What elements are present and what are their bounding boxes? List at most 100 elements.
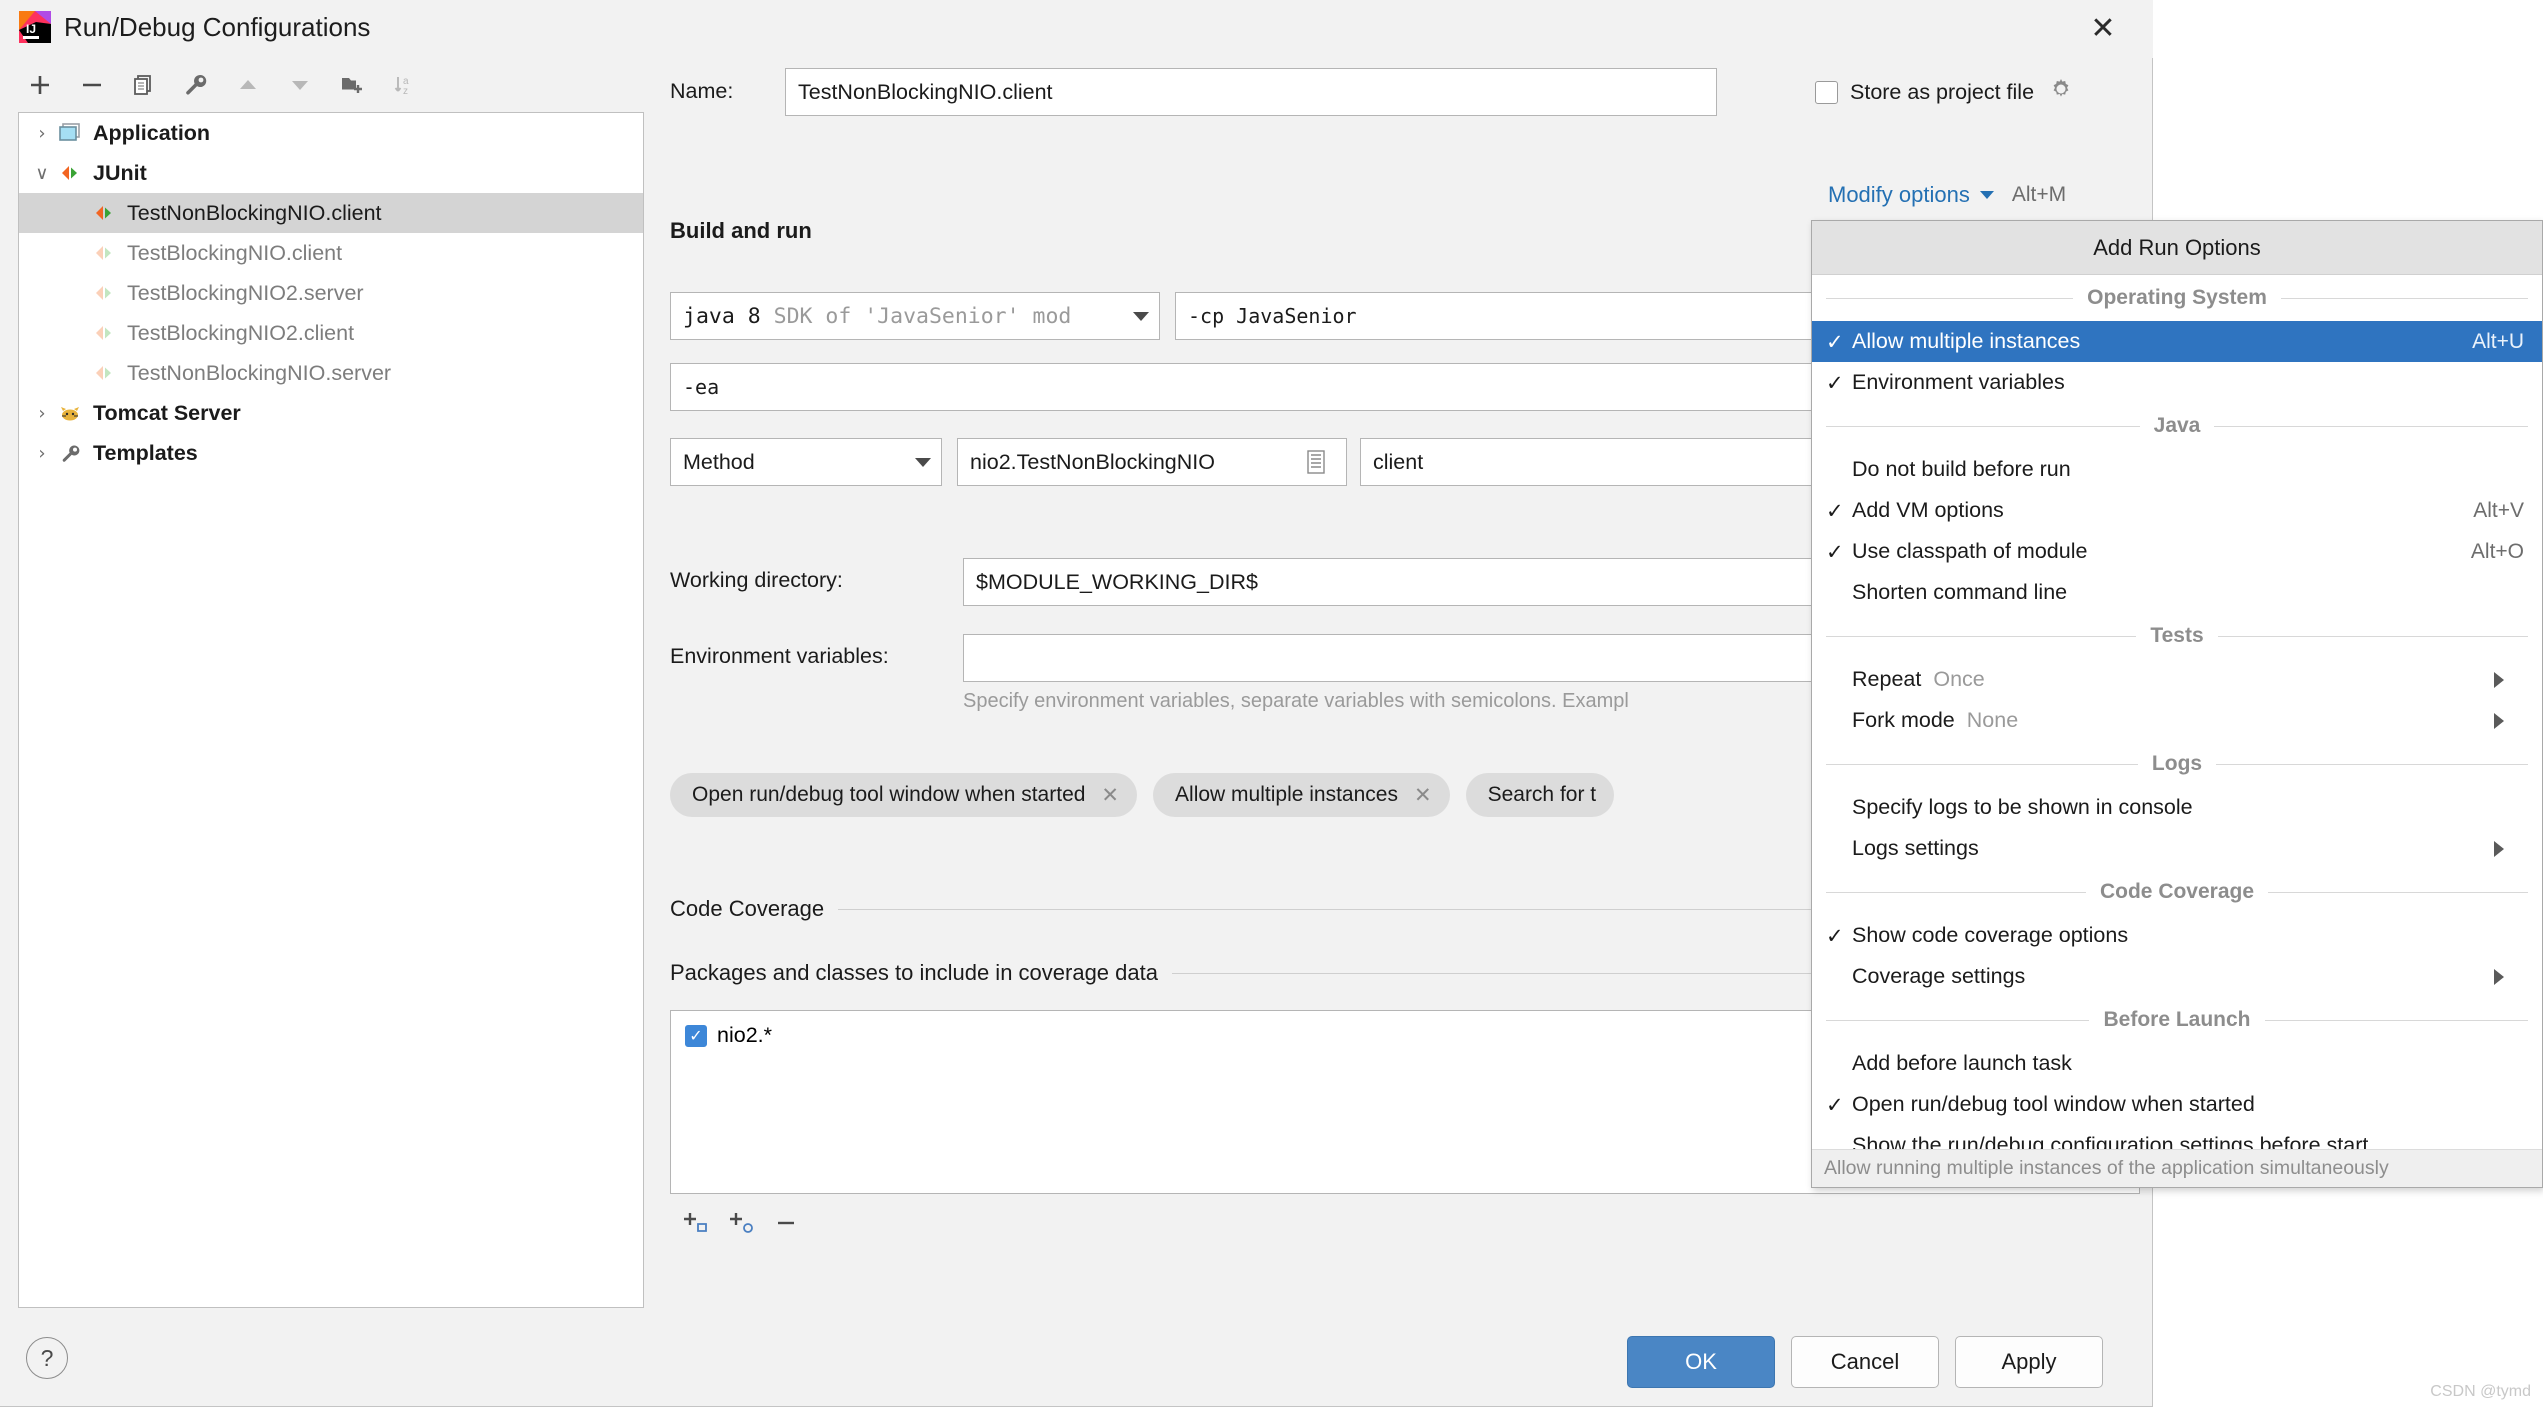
test-class-input[interactable]: nio2.TestNonBlockingNIO [957,438,1347,486]
tree-item-tomcat-server[interactable]: › Tomcat Server [19,393,643,433]
chevron-down-icon[interactable] [1979,191,1994,199]
menu-item-label: Use classpath of module [1852,539,2088,563]
menu-item-shorten-command-line[interactable]: Shorten command line [1812,572,2542,613]
wrench-icon [55,440,85,466]
close-icon[interactable]: ✕ [1101,783,1119,807]
tree-item-testblockingnio-client[interactable]: TestBlockingNIO.client [19,233,643,273]
sort-az-icon[interactable]: a z [378,63,430,107]
tree-item-junit[interactable]: ∨ JUnit [19,153,643,193]
chevron-down-icon[interactable]: ∨ [29,160,55,186]
junit-icon-faded [89,320,119,346]
build-and-run-title: Build and run [670,218,812,243]
tree-item-label: TestBlockingNIO.client [127,240,343,265]
move-into-new-folder-icon[interactable] [326,63,378,107]
menu-item-fork-mode[interactable]: Fork mode None [1812,700,2542,741]
chevron-right-icon[interactable]: › [29,400,55,426]
chip-open-run-debug-tool-window[interactable]: Open run/debug tool window when started … [670,773,1138,817]
tree-item-testblockingnio2-server[interactable]: TestBlockingNIO2.server [19,273,643,313]
add-configuration-button[interactable] [14,63,66,107]
copy-configuration-button[interactable] [118,63,170,107]
chevron-right-icon[interactable]: › [29,440,55,466]
checkbox-checked-icon[interactable]: ✓ [685,1024,707,1047]
jre-value-detail: SDK of 'JavaSenior' mod [773,303,1072,329]
help-button[interactable]: ? [26,1337,68,1379]
configurations-tree[interactable]: › Application ∨ JUnit TestNonBlockingNIO… [18,112,644,1308]
menu-item-allow-multiple-instances[interactable]: ✓ Allow multiple instances Alt+U [1812,321,2542,362]
popup-group-label: Code Coverage [2099,880,2255,903]
menu-item-add-vm-options[interactable]: ✓ Add VM options Alt+V [1812,490,2542,531]
chevron-right-icon[interactable]: › [29,120,55,146]
tree-item-testnonblockingnio-client[interactable]: TestNonBlockingNIO.client [19,193,643,233]
chevron-right-icon[interactable] [2494,671,2524,688]
tree-item-label: TestNonBlockingNIO.server [127,360,392,385]
menu-item-add-before-launch-task[interactable]: Add before launch task [1812,1043,2542,1084]
popup-group-label: Before Launch [2103,1008,2251,1031]
intellij-idea-icon: IJ [18,10,52,44]
popup-group-label: Operating System [2087,286,2267,309]
tree-item-application[interactable]: › Application [19,113,643,153]
edit-templates-wrench-icon[interactable] [170,63,222,107]
chip-allow-multiple-instances[interactable]: Allow multiple instances ✕ [1153,773,1450,817]
tree-item-label: TestBlockingNIO2.client [127,320,355,345]
menu-item-logs-settings[interactable]: Logs settings [1812,828,2542,869]
divider [1826,425,2140,427]
jre-select[interactable]: java 8 SDK of 'JavaSenior' mod [670,292,1160,340]
menu-item-value: None [1966,708,2019,732]
popup-title: Add Run Options [1812,221,2542,275]
tree-item-label: JUnit [93,160,147,185]
name-input[interactable]: TestNonBlockingNIO.client [785,68,1717,116]
chevron-right-icon[interactable] [2494,840,2524,857]
tree-item-label: Application [93,120,211,145]
jre-value: java 8 [683,303,761,329]
menu-item-environment-variables[interactable]: ✓ Environment variables [1812,362,2542,403]
tree-item-templates[interactable]: › Templates [19,433,643,473]
packages-title: Packages and classes to include in cover… [670,960,1158,985]
menu-item-coverage-settings[interactable]: Coverage settings [1812,956,2542,997]
environment-variables-label: Environment variables: [670,644,889,668]
store-as-project-file-row[interactable]: Store as project file [1815,76,2074,108]
move-up-triangle-up-icon[interactable] [222,63,274,107]
chip-label: Open run/debug tool window when started [692,783,1086,806]
cancel-button[interactable]: Cancel [1791,1336,1939,1388]
menu-item-show-code-coverage-options[interactable]: ✓ Show code coverage options [1812,915,2542,956]
tree-item-label: TestNonBlockingNIO.client [127,200,382,225]
ok-button[interactable]: OK [1627,1336,1775,1388]
chevron-right-icon[interactable] [2494,968,2524,985]
check-icon: ✓ [1826,370,1844,395]
store-as-project-file-checkbox[interactable] [1815,80,1838,104]
add-package-icon[interactable] [682,1210,710,1236]
chevron-right-icon[interactable] [2494,712,2524,729]
menu-item-label: Add before launch task [1852,1051,2072,1075]
test-kind-select[interactable]: Method [670,438,942,486]
junit-icon-faded [89,240,119,266]
apply-button[interactable]: Apply [1955,1336,2103,1388]
remove-coverage-entry-icon[interactable] [774,1210,798,1236]
menu-item-repeat[interactable]: Repeat Once [1812,659,2542,700]
close-icon[interactable]: ✕ [2079,6,2127,50]
chevron-down-icon[interactable] [915,457,931,467]
chevron-down-icon[interactable] [1133,311,1149,321]
menu-item-do-not-build-before-run[interactable]: Do not build before run [1812,449,2542,490]
gear-icon[interactable] [2048,76,2074,108]
dialog-title: Run/Debug Configurations [64,12,371,42]
tree-item-testblockingnio2-client[interactable]: TestBlockingNIO2.client [19,313,643,353]
browse-class-icon[interactable] [1305,450,1327,479]
junit-icon-faded [89,280,119,306]
menu-item-specify-logs-to-be-shown-in-console[interactable]: Specify logs to be shown in console [1812,787,2542,828]
menu-item-use-classpath-of-module[interactable]: ✓ Use classpath of module Alt+O [1812,531,2542,572]
tree-item-testnonblockingnio-server[interactable]: TestNonBlockingNIO.server [19,353,643,393]
add-run-options-popup: Add Run Options Operating System ✓ Allow… [1811,220,2543,1188]
menu-item-shortcut: Alt+V [2473,498,2524,522]
menu-item-label: Shorten command line [1852,580,2068,604]
remove-configuration-button[interactable] [66,63,118,107]
screenshot-root: IJ Run/Debug Configurations ✕ a z › Appl… [0,0,2543,1407]
move-down-triangle-down-icon[interactable] [274,63,326,107]
menu-item-open-run-debug-tool-window-when-started[interactable]: ✓ Open run/debug tool window when starte… [1812,1084,2542,1125]
vm-options-value: -ea [683,375,720,399]
menu-item-shortcut: Alt+O [2470,539,2524,563]
add-class-icon[interactable] [728,1210,756,1236]
junit-icon-faded [89,360,119,386]
modify-options-link[interactable]: Modify options Alt+M [1828,182,2066,208]
chip-search-for-tests[interactable]: Search for t [1465,773,1615,817]
close-icon[interactable]: ✕ [1414,783,1432,807]
